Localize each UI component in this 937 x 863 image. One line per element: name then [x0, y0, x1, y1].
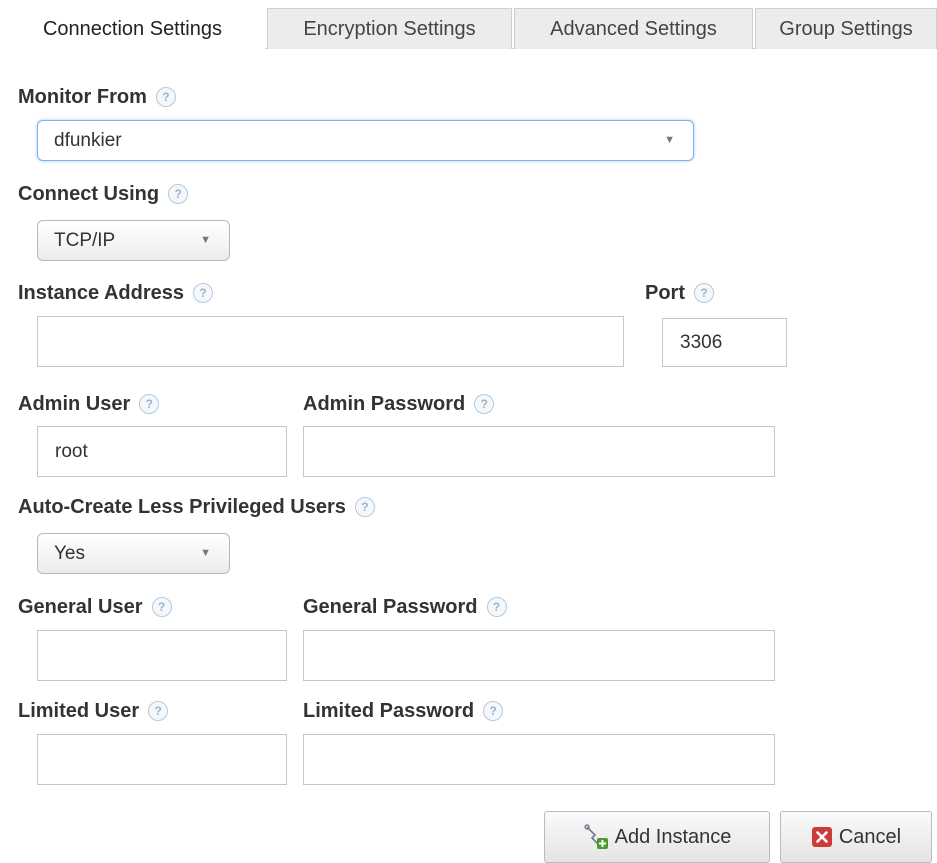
- add-instance-button[interactable]: Add Instance: [544, 811, 770, 863]
- add-server-icon: [583, 824, 608, 849]
- connect-using-select[interactable]: TCP/IP ▼: [37, 220, 230, 261]
- port-input[interactable]: 3306: [662, 318, 787, 367]
- limited-user-label: Limited User ?: [18, 698, 169, 724]
- limited-password-label: Limited Password ?: [303, 698, 504, 724]
- admin-password-label: Admin Password ?: [303, 391, 495, 417]
- limited-user-input[interactable]: [37, 734, 287, 785]
- admin-user-input[interactable]: root: [37, 426, 287, 477]
- help-icon[interactable]: ?: [474, 394, 495, 414]
- auto-create-label-text: Auto-Create Less Privileged Users: [18, 495, 346, 518]
- monitor-from-label-text: Monitor From: [18, 85, 147, 108]
- limited-password-label-text: Limited Password: [303, 699, 475, 722]
- limited-password-input[interactable]: [303, 734, 775, 785]
- port-label: Port ?: [645, 280, 714, 306]
- monitor-from-select[interactable]: dfunkier ▼: [37, 120, 694, 161]
- chevron-down-icon: ▼: [200, 547, 211, 559]
- help-icon[interactable]: ?: [486, 597, 507, 617]
- general-user-input[interactable]: [37, 630, 287, 681]
- auto-create-label: Auto-Create Less Privileged Users ?: [18, 494, 375, 520]
- tab-encryption-settings[interactable]: Encryption Settings: [267, 8, 512, 49]
- red-x-icon: [811, 827, 832, 847]
- auto-create-select[interactable]: Yes ▼: [37, 533, 230, 574]
- general-password-label: General Password ?: [303, 594, 507, 620]
- instance-address-label: Instance Address ?: [18, 280, 213, 306]
- help-icon[interactable]: ?: [139, 394, 160, 414]
- limited-user-label-text: Limited User: [18, 699, 140, 722]
- instance-address-input[interactable]: [37, 316, 624, 367]
- admin-password-input[interactable]: [303, 426, 775, 477]
- connect-using-label-text: Connect Using: [18, 182, 160, 205]
- help-icon[interactable]: ?: [151, 597, 172, 617]
- add-instance-label: Add Instance: [614, 825, 732, 848]
- connect-using-label: Connect Using ?: [18, 181, 189, 207]
- tab-bar: Connection Settings Encryption Settings …: [0, 0, 937, 51]
- help-icon[interactable]: ?: [483, 701, 504, 721]
- help-icon[interactable]: ?: [354, 497, 375, 517]
- chevron-down-icon: ▼: [664, 134, 675, 146]
- admin-user-label: Admin User ?: [18, 391, 160, 417]
- connect-using-value: TCP/IP: [54, 230, 116, 251]
- chevron-down-icon: ▼: [200, 234, 211, 246]
- help-icon[interactable]: ?: [148, 701, 169, 721]
- help-icon[interactable]: ?: [193, 283, 213, 303]
- instance-address-label-text: Instance Address: [18, 281, 184, 304]
- admin-user-label-text: Admin User: [18, 392, 131, 415]
- admin-password-label-text: Admin Password: [303, 392, 466, 415]
- cancel-label: Cancel: [838, 825, 902, 848]
- tab-connection-settings[interactable]: Connection Settings: [0, 8, 265, 51]
- tab-group-settings[interactable]: Group Settings: [755, 8, 937, 49]
- monitor-from-label: Monitor From ?: [18, 84, 176, 110]
- port-label-text: Port: [645, 281, 685, 304]
- general-password-input[interactable]: [303, 630, 775, 681]
- general-user-label-text: General User: [18, 595, 143, 618]
- help-icon[interactable]: ?: [694, 283, 714, 303]
- help-icon[interactable]: ?: [168, 184, 189, 204]
- general-password-label-text: General Password: [303, 595, 478, 618]
- general-user-label: General User ?: [18, 594, 172, 620]
- tab-advanced-settings[interactable]: Advanced Settings: [514, 8, 753, 49]
- auto-create-value: Yes: [54, 543, 85, 564]
- cancel-button[interactable]: Cancel: [780, 811, 932, 863]
- monitor-from-value: dfunkier: [54, 130, 122, 151]
- help-icon[interactable]: ?: [155, 87, 176, 107]
